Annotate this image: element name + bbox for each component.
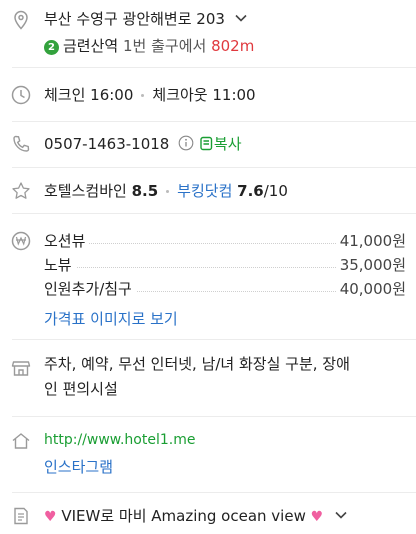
subway-station: 금련산역: [63, 37, 119, 55]
facilities-section: 주차, 예약, 무선 인터넷, 남/녀 화장실 구분, 장애 인 편의시설: [0, 340, 416, 416]
prices-section: 오션뷰 41,000원 노뷰 35,000원 인원추가/침구 40,000원 가…: [0, 214, 416, 340]
separator-dot: [141, 94, 145, 97]
homepage-url[interactable]: http://www.hotel1.me: [44, 430, 195, 450]
heart-icon: ♥: [44, 509, 57, 525]
price-item-name: 인원추가/침구: [44, 278, 136, 299]
price-image-link[interactable]: 가격표 이미지로 보기: [44, 309, 178, 329]
chevron-down-icon[interactable]: [234, 10, 248, 30]
heart-icon: ♥: [310, 509, 324, 525]
address-section: 부산 수영구 광안해변로 203 2 금련산역 1번 출구에서 802m: [0, 0, 416, 64]
facilities-line1: 주차, 예약, 무선 인터넷, 남/녀 화장실 구분, 장애: [44, 355, 350, 373]
rating-source-booking[interactable]: 부킹닷컴: [177, 182, 232, 200]
facilities-line2: 인 편의시설: [44, 380, 118, 398]
subway-exit: 1번 출구에서: [122, 37, 207, 55]
copy-icon: [199, 136, 214, 156]
phone-section: 0507-1463-1018 복사: [0, 122, 416, 168]
price-item-value: 40,000원: [335, 278, 406, 299]
homepage-section: http://www.hotel1.me 인스타그램: [0, 417, 416, 493]
description-line[interactable]: ♥ VIEW로 마비 Amazing ocean view ♥: [44, 506, 348, 527]
hours-section: 체크인 16:00 체크아웃 11:00: [0, 68, 416, 122]
price-row: 인원추가/침구 40,000원: [44, 278, 406, 300]
rating-score-booking: 7.6: [237, 182, 264, 200]
checkin-time: 체크인 16:00: [44, 86, 134, 104]
price-item-name: 오션뷰: [44, 230, 90, 251]
phone-number[interactable]: 0507-1463-1018: [44, 135, 169, 153]
price-item-value: 35,000원: [335, 254, 406, 275]
separator-dot: [166, 190, 170, 193]
home-icon: [10, 430, 32, 452]
copy-label: 복사: [213, 135, 242, 153]
store-icon: [10, 357, 32, 379]
document-icon: [10, 505, 32, 527]
instagram-link[interactable]: 인스타그램: [44, 457, 113, 477]
clock-icon: [10, 84, 32, 106]
price-item-name: 노뷰: [44, 254, 76, 275]
ratings-section: 호텔스컴바인 8.5 부킹닷컴 7.6/10: [0, 168, 416, 214]
rating-source-hotelscombined[interactable]: 호텔스컴바인: [44, 182, 127, 200]
location-pin-icon: [10, 9, 32, 31]
subway-info: 2 금련산역 1번 출구에서 802m: [44, 36, 254, 56]
hours-text: 체크인 16:00 체크아웃 11:00: [44, 85, 256, 105]
price-row: 오션뷰 41,000원: [44, 230, 406, 252]
won-currency-icon: [10, 230, 32, 252]
description-text: VIEW로 마비 Amazing ocean view: [61, 507, 306, 525]
rating-score-max: /10: [263, 182, 288, 200]
rating-score-hotelscombined: 8.5: [131, 182, 159, 200]
subway-distance: 802m: [211, 37, 255, 55]
price-row: 노뷰 35,000원: [44, 254, 406, 276]
copy-button[interactable]: 복사: [199, 134, 242, 156]
checkout-time: 체크아웃 11:00: [152, 86, 256, 104]
info-icon[interactable]: [178, 135, 194, 156]
ratings-line: 호텔스컴바인 8.5 부킹닷컴 7.6/10: [44, 181, 288, 201]
phone-line: 0507-1463-1018 복사: [44, 134, 242, 156]
phone-icon: [10, 133, 32, 155]
address-text: 부산 수영구 광안해변로 203: [44, 10, 225, 28]
description-section: ♥ VIEW로 마비 Amazing ocean view ♥: [0, 493, 416, 534]
subway-line-badge: 2: [44, 40, 59, 55]
star-icon: [10, 180, 32, 202]
price-item-value: 41,000원: [335, 230, 406, 251]
facilities-text: 주차, 예약, 무선 인터넷, 남/녀 화장실 구분, 장애 인 편의시설: [44, 352, 404, 402]
chevron-down-icon[interactable]: [334, 507, 348, 527]
address-line[interactable]: 부산 수영구 광안해변로 203: [44, 9, 248, 30]
